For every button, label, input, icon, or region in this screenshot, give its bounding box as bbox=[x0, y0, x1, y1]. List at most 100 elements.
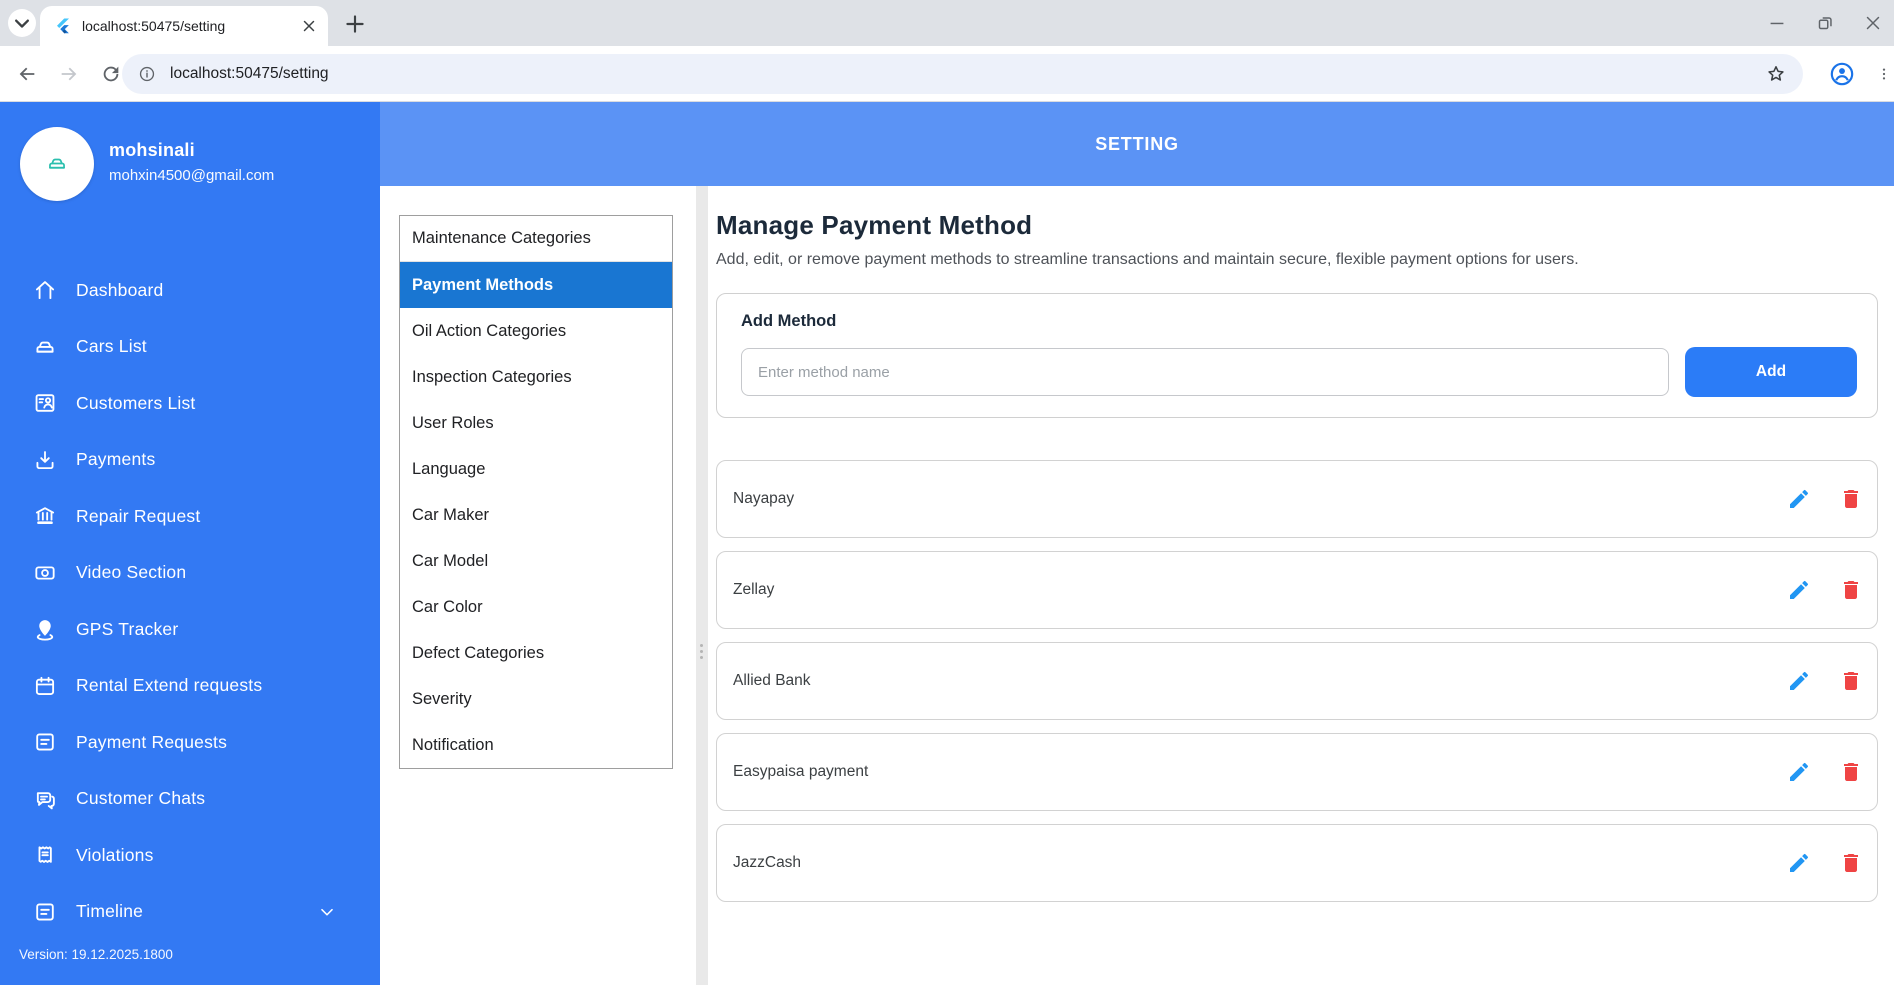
back-icon[interactable] bbox=[16, 63, 38, 85]
delete-button[interactable] bbox=[1839, 760, 1863, 784]
payment-method-name: Zellay bbox=[733, 581, 774, 599]
app-page: mohsinali mohxin4500@gmail.com Dashboard… bbox=[0, 102, 1894, 985]
sidebar-item-customer-chats[interactable]: Customer Chats bbox=[0, 771, 380, 828]
sidebar-item-payment-requests[interactable]: Payment Requests bbox=[0, 714, 380, 771]
delete-button[interactable] bbox=[1839, 487, 1863, 511]
settings-menu-item-severity[interactable]: Severity bbox=[400, 676, 672, 722]
calendar-icon bbox=[32, 673, 58, 699]
settings-menu-item-oil-action-categories[interactable]: Oil Action Categories bbox=[400, 308, 672, 354]
sidebar-item-payments[interactable]: Payments bbox=[0, 432, 380, 489]
row-actions bbox=[1787, 669, 1863, 693]
edit-button[interactable] bbox=[1787, 851, 1811, 875]
sidebar-item-label: Video Section bbox=[76, 562, 186, 583]
payment-method-row-allied-bank: Allied Bank bbox=[716, 642, 1878, 720]
settings-menu-item-maintenance-categories[interactable]: Maintenance Categories bbox=[400, 216, 672, 262]
sidebar-item-gps-tracker[interactable]: GPS Tracker bbox=[0, 601, 380, 658]
sidebar-item-label: Customer Chats bbox=[76, 788, 205, 809]
page-header-bar: SETTING bbox=[380, 102, 1894, 186]
settings-menu-item-payment-methods[interactable]: Payment Methods bbox=[400, 262, 672, 308]
sidebar-item-label: Cars List bbox=[76, 336, 147, 357]
settings-menu-item-inspection-categories[interactable]: Inspection Categories bbox=[400, 354, 672, 400]
edit-icon bbox=[1787, 760, 1811, 784]
site-info-icon[interactable] bbox=[138, 65, 156, 83]
delete-button[interactable] bbox=[1839, 578, 1863, 602]
settings-menu-item-car-maker[interactable]: Car Maker bbox=[400, 492, 672, 538]
car-logo-icon bbox=[40, 147, 74, 181]
tab-search-button[interactable] bbox=[8, 9, 36, 37]
chevron-down-icon bbox=[316, 901, 338, 923]
bookmark-star-icon[interactable] bbox=[1765, 63, 1787, 85]
add-button[interactable]: Add bbox=[1685, 347, 1857, 397]
sidebar-item-label: Payments bbox=[76, 449, 155, 470]
chat-icon bbox=[32, 786, 58, 812]
contact-card-icon bbox=[32, 390, 58, 416]
edit-button[interactable] bbox=[1787, 669, 1811, 693]
user-email: mohxin4500@gmail.com bbox=[109, 167, 274, 184]
new-tab-button[interactable] bbox=[342, 11, 368, 37]
window-controls bbox=[1766, 0, 1884, 46]
forward-icon[interactable] bbox=[58, 63, 80, 85]
edit-button[interactable] bbox=[1787, 760, 1811, 784]
settings-menu-item-defect-categories[interactable]: Defect Categories bbox=[400, 630, 672, 676]
restore-icon[interactable] bbox=[1814, 12, 1836, 34]
row-actions bbox=[1787, 578, 1863, 602]
delete-icon bbox=[1839, 578, 1863, 602]
edit-button[interactable] bbox=[1787, 487, 1811, 511]
settings-menu-item-car-color[interactable]: Car Color bbox=[400, 584, 672, 630]
settings-menu-item-car-model[interactable]: Car Model bbox=[400, 538, 672, 584]
edit-button[interactable] bbox=[1787, 578, 1811, 602]
method-name-input[interactable] bbox=[741, 348, 1669, 396]
minimize-icon[interactable] bbox=[1766, 12, 1788, 34]
add-method-card: Add Method Add bbox=[716, 293, 1878, 418]
payment-method-row-easypaisa-payment: Easypaisa payment bbox=[716, 733, 1878, 811]
sidebar-item-repair-request[interactable]: Repair Request bbox=[0, 488, 380, 545]
sidebar-item-label: Customers List bbox=[76, 393, 196, 414]
document-icon bbox=[32, 729, 58, 755]
version-label: Version: 19.12.2025.1800 bbox=[19, 947, 173, 962]
payment-method-name: Allied Bank bbox=[733, 672, 811, 690]
sidebar-item-customers-list[interactable]: Customers List bbox=[0, 375, 380, 432]
payment-method-list: NayapayZellayAllied BankEasypaisa paymen… bbox=[716, 460, 1878, 902]
sidebar-item-label: GPS Tracker bbox=[76, 619, 178, 640]
section-subtitle: Add, edit, or remove payment methods to … bbox=[716, 251, 1878, 269]
location-pin-icon bbox=[32, 616, 58, 642]
close-icon[interactable] bbox=[1862, 12, 1884, 34]
sidebar-item-label: Timeline bbox=[76, 901, 143, 922]
sidebar-item-cars-list[interactable]: Cars List bbox=[0, 319, 380, 376]
sidebar-item-dashboard[interactable]: Dashboard bbox=[0, 262, 380, 319]
divider-grip-icon bbox=[700, 641, 704, 662]
browser-tab[interactable]: localhost:50475/setting bbox=[40, 6, 328, 46]
panel-divider[interactable] bbox=[696, 186, 708, 985]
page-title: SETTING bbox=[1095, 134, 1179, 155]
row-actions bbox=[1787, 760, 1863, 784]
delete-button[interactable] bbox=[1839, 669, 1863, 693]
row-actions bbox=[1787, 487, 1863, 511]
address-bar[interactable]: localhost:50475/setting bbox=[122, 54, 1803, 94]
profile-icon[interactable] bbox=[1829, 61, 1855, 87]
avatar[interactable] bbox=[20, 127, 94, 201]
settings-menu-item-user-roles[interactable]: User Roles bbox=[400, 400, 672, 446]
delete-icon bbox=[1839, 669, 1863, 693]
settings-menu-item-language[interactable]: Language bbox=[400, 446, 672, 492]
sidebar-item-label: Payment Requests bbox=[76, 732, 227, 753]
delete-button[interactable] bbox=[1839, 851, 1863, 875]
camera-icon bbox=[32, 560, 58, 586]
receipt-icon bbox=[32, 842, 58, 868]
tab-close-icon[interactable] bbox=[300, 17, 318, 35]
sidebar-item-timeline[interactable]: Timeline bbox=[0, 884, 380, 941]
document-icon bbox=[32, 899, 58, 925]
sidebar-item-video-section[interactable]: Video Section bbox=[0, 545, 380, 602]
browser-tab-strip: localhost:50475/setting bbox=[0, 0, 1894, 46]
car-icon bbox=[32, 334, 58, 360]
flutter-favicon-icon bbox=[54, 17, 72, 35]
sidebar-item-rental-extend-requests[interactable]: Rental Extend requests bbox=[0, 658, 380, 715]
settings-menu-item-notification[interactable]: Notification bbox=[400, 722, 672, 768]
user-name: mohsinali bbox=[109, 140, 195, 161]
reload-icon[interactable] bbox=[100, 63, 122, 85]
payment-method-name: JazzCash bbox=[733, 854, 801, 872]
browser-menu-icon[interactable] bbox=[1876, 61, 1892, 87]
settings-menu: Maintenance CategoriesPayment MethodsOil… bbox=[399, 215, 673, 769]
delete-icon bbox=[1839, 851, 1863, 875]
sidebar-item-violations[interactable]: Violations bbox=[0, 827, 380, 884]
browser-toolbar: localhost:50475/setting bbox=[0, 46, 1894, 102]
